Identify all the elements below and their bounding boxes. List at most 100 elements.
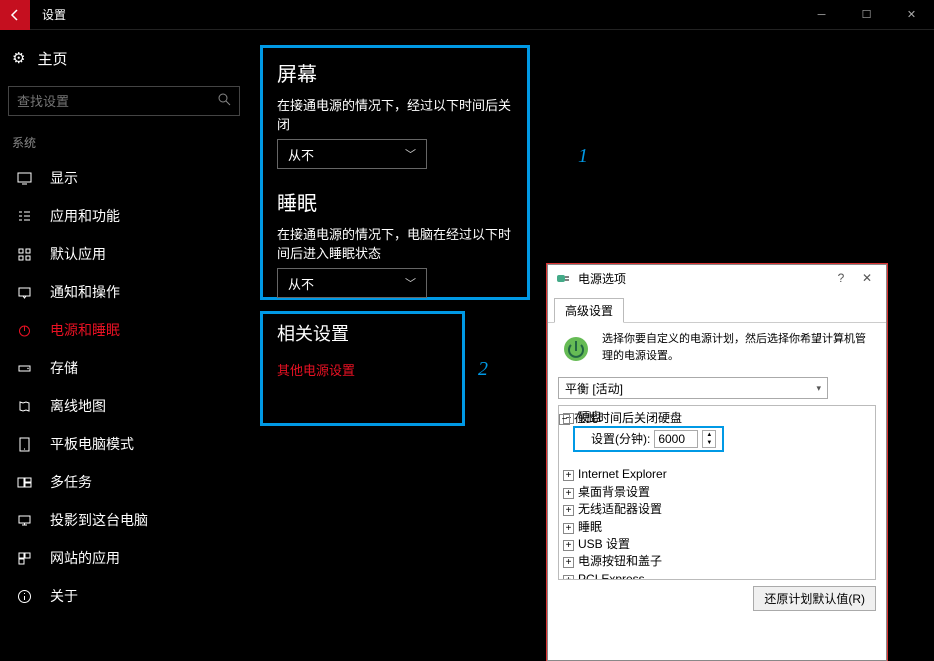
storage-icon xyxy=(16,361,32,376)
tab-row: 高级设置 xyxy=(548,291,886,323)
dialog-header: 选择你要自定义的电源计划，然后选择你希望计算机管理的电源设置。 xyxy=(558,331,876,367)
spinner[interactable]: ▲ ▼ xyxy=(702,430,716,448)
titlebar: 设置 ─ ☐ ✕ xyxy=(0,0,934,30)
minimize-button[interactable]: ─ xyxy=(799,0,844,30)
related-settings-heading: 相关设置 xyxy=(277,320,448,346)
sleep-timeout-dropdown[interactable]: 从不 ﹀ xyxy=(277,268,427,298)
sidebar-item-label: 多任务 xyxy=(50,472,92,492)
sidebar-item-tablet[interactable]: 平板电脑模式 xyxy=(0,425,248,463)
tab-advanced[interactable]: 高级设置 xyxy=(554,298,624,323)
home-label: 主页 xyxy=(37,48,67,69)
sidebar-item-default[interactable]: 默认应用 xyxy=(0,235,248,273)
sidebar-item-label: 投影到这台电脑 xyxy=(50,510,148,530)
multitask-icon xyxy=(16,475,32,490)
sidebar-item-label: 关于 xyxy=(50,586,78,606)
category-label: 系统 xyxy=(0,122,248,159)
annotation-2: 2 xyxy=(478,358,488,381)
expand-icon[interactable]: + xyxy=(563,540,574,551)
sidebar-item-storage[interactable]: 存储 xyxy=(0,349,248,387)
spinner-down[interactable]: ▼ xyxy=(703,439,715,447)
sidebar-item-notify[interactable]: 通知和操作 xyxy=(0,273,248,311)
restore-defaults-button[interactable]: 还原计划默认值(R) xyxy=(753,586,876,611)
sidebar-item-webapps[interactable]: 网站的应用 xyxy=(0,539,248,577)
webapps-icon xyxy=(16,551,32,566)
sidebar-item-apps[interactable]: 应用和功能 xyxy=(0,197,248,235)
sidebar-item-label: 显示 xyxy=(50,168,78,188)
spinner-up[interactable]: ▲ xyxy=(703,431,715,439)
search-box[interactable] xyxy=(8,86,240,116)
expand-icon[interactable]: + xyxy=(563,523,574,534)
notify-icon xyxy=(16,285,32,300)
collapse-icon[interactable]: − xyxy=(559,414,570,425)
back-button[interactable] xyxy=(0,0,30,30)
power-plan-value: 平衡 [活动] xyxy=(565,380,623,397)
power-plan-select[interactable]: 平衡 [活动] ▾ xyxy=(558,377,828,399)
dialog-header-text: 选择你要自定义的电源计划，然后选择你希望计算机管理的电源设置。 xyxy=(602,331,876,367)
sidebar-item-label: 通知和操作 xyxy=(50,282,120,302)
expand-icon[interactable]: + xyxy=(563,470,574,481)
maximize-button[interactable]: ☐ xyxy=(844,0,889,30)
sidebar-item-label: 平板电脑模式 xyxy=(50,434,134,454)
tree-item-sleep[interactable]: +睡眠 xyxy=(563,519,871,536)
screen-description: 在接通电源的情况下，经过以下时间后关闭 xyxy=(277,95,513,133)
screen-timeout-dropdown[interactable]: 从不 ﹀ xyxy=(277,139,427,169)
restore-row: 还原计划默认值(R) xyxy=(558,586,876,611)
highlight-box-2: 相关设置 其他电源设置 xyxy=(260,311,465,426)
tree-item-wifi[interactable]: +无线适配器设置 xyxy=(563,501,871,518)
search-input[interactable] xyxy=(9,94,210,109)
sidebar-item-label: 离线地图 xyxy=(50,396,106,416)
project-icon xyxy=(16,513,32,528)
tree-item-hdd-off[interactable]: −在此时间后关闭硬盘 设置(分钟): 6000 ▲ ▼ xyxy=(563,426,871,452)
sidebar-item-map[interactable]: 离线地图 xyxy=(0,387,248,425)
expand-icon[interactable]: + xyxy=(563,505,574,516)
sidebar-item-display[interactable]: 显示 xyxy=(0,159,248,197)
expand-icon[interactable]: + xyxy=(563,575,574,580)
settings-tree[interactable]: −硬盘 −在此时间后关闭硬盘 设置(分钟): 6000 ▲ ▼ +Interne… xyxy=(558,405,876,580)
about-icon xyxy=(16,589,32,604)
chevron-down-icon: ﹀ xyxy=(405,275,416,291)
window-title: 设置 xyxy=(42,6,66,23)
chevron-down-icon: ﹀ xyxy=(405,146,416,162)
default-icon xyxy=(16,247,32,262)
sleep-description: 在接通电源的情况下，电脑在经过以下时间后进入睡眠状态 xyxy=(277,224,513,262)
expand-icon[interactable]: + xyxy=(563,488,574,499)
sidebar-item-label: 默认应用 xyxy=(50,244,106,264)
dialog-body: 选择你要自定义的电源计划，然后选择你希望计算机管理的电源设置。 平衡 [活动] … xyxy=(548,323,886,619)
search-icon xyxy=(210,93,239,109)
other-power-settings-link[interactable]: 其他电源设置 xyxy=(277,360,448,379)
sidebar-item-label: 存储 xyxy=(50,358,78,378)
tablet-icon xyxy=(16,437,32,452)
power-icon xyxy=(16,323,32,338)
sidebar-item-label: 电源和睡眠 xyxy=(50,320,120,340)
sidebar-item-power[interactable]: 电源和睡眠 xyxy=(0,311,248,349)
tree-item-ie[interactable]: +Internet Explorer xyxy=(563,466,871,483)
chevron-down-icon: ▾ xyxy=(816,383,821,394)
sleep-timeout-value: 从不 xyxy=(288,274,314,293)
highlight-box-1: 屏幕 在接通电源的情况下，经过以下时间后关闭 从不 ﹀ 睡眠 在接通电源的情况下… xyxy=(260,45,530,300)
tree-item-usb[interactable]: +USB 设置 xyxy=(563,536,871,553)
screen-timeout-value: 从不 xyxy=(288,145,314,164)
dialog-close-button[interactable]: ✕ xyxy=(854,271,880,285)
sidebar-item-multitask[interactable]: 多任务 xyxy=(0,463,248,501)
power-plug-icon xyxy=(554,269,572,287)
dialog-help-button[interactable]: ? xyxy=(828,271,854,285)
sidebar-item-project[interactable]: 投影到这台电脑 xyxy=(0,501,248,539)
home-button[interactable]: ⚙ 主页 xyxy=(0,40,248,76)
screen-heading: 屏幕 xyxy=(277,58,513,87)
dialog-titlebar: 电源选项 ? ✕ xyxy=(548,265,886,291)
tree-item-bg[interactable]: +桌面背景设置 xyxy=(563,484,871,501)
sleep-heading: 睡眠 xyxy=(277,187,513,216)
apps-icon xyxy=(16,209,32,224)
close-button[interactable]: ✕ xyxy=(889,0,934,30)
display-icon xyxy=(16,171,32,186)
minutes-input[interactable]: 6000 xyxy=(654,430,698,448)
power-plan-icon xyxy=(558,331,594,367)
expand-icon[interactable]: + xyxy=(563,557,574,568)
sidebar-item-about[interactable]: 关于 xyxy=(0,577,248,615)
highlight-box-setting: −在此时间后关闭硬盘 设置(分钟): 6000 ▲ ▼ xyxy=(573,426,724,452)
map-icon xyxy=(16,399,32,414)
setting-label: 设置(分钟): xyxy=(591,431,650,448)
tree-item-powerbtn[interactable]: +电源按钮和盖子 xyxy=(563,553,871,570)
tree-item-pci[interactable]: +PCI Express xyxy=(563,571,871,580)
sidebar-item-label: 应用和功能 xyxy=(50,206,120,226)
